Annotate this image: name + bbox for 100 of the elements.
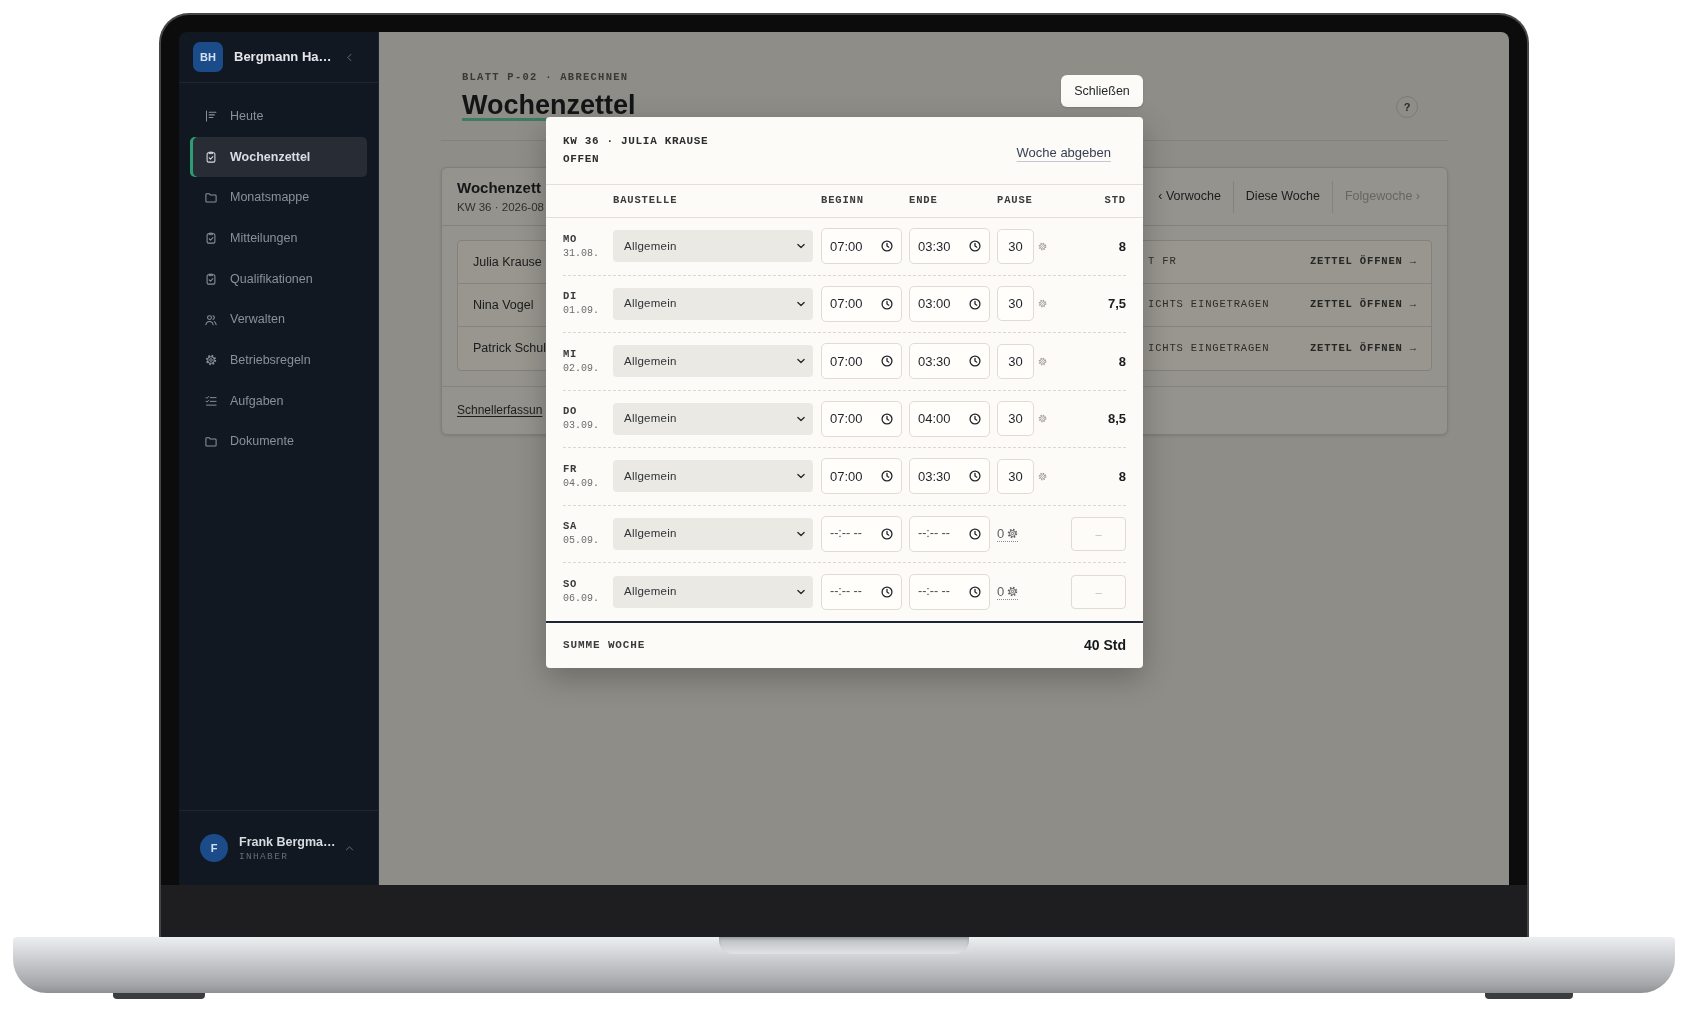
start-time-field[interactable]: --:-- -- [821, 515, 902, 552]
week-nav-button[interactable]: ‹ Vorwoche [1146, 180, 1233, 213]
date-label: 01.09. [563, 304, 599, 318]
column-header: PAUSE [997, 193, 1033, 209]
end-time-field[interactable]: 03:30 [909, 458, 990, 495]
gear-icon [205, 354, 217, 367]
open-sheet-link[interactable]: ZETTEL ÖFFNEN → [1309, 254, 1417, 270]
pause-field[interactable]: 30 [997, 401, 1034, 437]
clock-icon [881, 470, 893, 483]
workspace-avatar: BH [193, 42, 223, 72]
date-label: 31.08. [563, 246, 599, 260]
folder-icon [205, 435, 217, 448]
pause-field[interactable]: 30 [997, 343, 1034, 379]
site-select[interactable]: Allgemein [613, 402, 813, 435]
sidebar-item[interactable]: Wochenzettel [190, 136, 367, 178]
card-subtitle: KW 36 · 2026-08 [457, 199, 544, 215]
sidebar-item[interactable]: Verwalten [190, 299, 367, 341]
clock-icon [881, 585, 893, 598]
date-label: 04.09. [563, 476, 599, 490]
open-sheet-link[interactable]: ZETTEL ÖFFNEN → [1309, 340, 1417, 357]
hours-value: 7,5 [1107, 295, 1126, 313]
pause-button[interactable]: 0 [997, 583, 1019, 600]
weekday-label: SO [563, 578, 577, 592]
sidebar-item[interactable]: Qualifikationen [190, 258, 367, 300]
submit-week-link[interactable]: Woche abgeben [1016, 143, 1111, 163]
quick-entry-link[interactable]: Schnellerfassun [457, 402, 543, 418]
close-button[interactable]: Schließen [1061, 75, 1143, 107]
clipboard-check-icon [205, 232, 217, 245]
date-label: 06.09. [563, 592, 599, 606]
site-select[interactable]: Allgemein [613, 575, 813, 608]
start-time-field[interactable]: 07:00 [821, 285, 902, 322]
date-label: 02.09. [563, 361, 599, 375]
clock-icon [969, 412, 981, 425]
hours-value: 8,5 [1107, 410, 1126, 428]
end-time-field[interactable]: 03:30 [909, 343, 990, 380]
site-select[interactable]: Allgemein [613, 287, 813, 320]
start-time-field[interactable]: 07:00 [821, 228, 902, 265]
total-value: 40 Std [1084, 635, 1126, 655]
clock-icon [969, 297, 981, 310]
sidebar-item[interactable]: Aufgaben [190, 380, 367, 422]
pause-field[interactable]: 30 [997, 286, 1034, 322]
clock-icon [969, 240, 981, 253]
users-icon [205, 313, 217, 326]
sheet-state: OFFEN [563, 153, 600, 166]
site-select[interactable]: Allgemein [613, 345, 813, 378]
clock-icon [969, 470, 981, 483]
end-time-field[interactable]: --:-- -- [909, 573, 990, 610]
employee-name: Nina Vogel [473, 296, 534, 314]
site-select[interactable]: Allgemein [613, 517, 813, 550]
checklist-icon [205, 395, 217, 408]
sidebar-item[interactable]: Mitteilungen [190, 218, 367, 259]
column-header: STD [1104, 193, 1126, 209]
start-time-field[interactable]: 07:00 [821, 400, 902, 437]
gear-icon[interactable] [1007, 585, 1019, 597]
pause-field[interactable]: 30 [997, 228, 1034, 264]
date-label: 03.09. [563, 419, 599, 433]
hours-value: 8 [1118, 237, 1126, 256]
start-time-field[interactable]: --:-- -- [821, 573, 902, 610]
weekday-label: DO [563, 405, 577, 419]
total-label: SUMME WOCHE [563, 637, 646, 653]
column-header: ENDE [909, 193, 938, 209]
end-time-field[interactable]: 04:00 [909, 400, 990, 437]
clock-icon [881, 297, 893, 310]
sheet-status: ICHTS EINGETRAGEN [1148, 340, 1270, 356]
page-title: Wochenzettel [462, 93, 636, 117]
clock-icon [969, 527, 981, 540]
sidebar-item[interactable]: Dokumente [190, 421, 367, 463]
start-time-field[interactable]: 07:00 [821, 458, 902, 495]
end-time-field[interactable]: 03:30 [909, 228, 990, 265]
user-name: Frank Bergma… [239, 833, 336, 850]
end-time-field[interactable]: 03:00 [909, 285, 990, 322]
user-avatar: F [200, 834, 228, 862]
chevron-left-icon[interactable] [345, 52, 354, 62]
gear-icon[interactable] [1007, 527, 1019, 539]
user-role: INHABER [239, 849, 290, 863]
clock-icon [969, 585, 981, 598]
weekday-label: MO [563, 232, 577, 246]
weekday-label: MI [563, 347, 577, 361]
sidebar-item[interactable]: Monatsmappe [190, 177, 367, 219]
week-nav-button[interactable]: Diese Woche [1232, 180, 1332, 213]
weekday-label: DI [563, 290, 577, 304]
start-time-field[interactable]: 07:00 [821, 343, 902, 380]
end-time-field[interactable]: --:-- -- [909, 515, 990, 552]
weekday-label: FR [563, 462, 577, 476]
site-select[interactable]: Allgemein [613, 460, 813, 493]
clock-icon [881, 355, 893, 368]
employee-name: Patrick Schul [473, 340, 546, 358]
dialog-heading: KW 36 · JULIA KRAUSE [563, 135, 709, 148]
folder-icon [205, 191, 217, 204]
workspace-name: Bergmann Ha… [234, 48, 332, 67]
list-icon [205, 110, 217, 123]
sidebar-item[interactable]: Heute [190, 96, 367, 137]
pause-field[interactable]: 30 [997, 458, 1034, 494]
sidebar-item[interactable]: Betriebsregeln [190, 340, 367, 381]
chevron-up-icon[interactable] [345, 843, 354, 853]
pause-button[interactable]: 0 [997, 525, 1019, 542]
open-sheet-link[interactable]: ZETTEL ÖFFNEN → [1309, 297, 1417, 313]
site-select[interactable]: Allgemein [613, 230, 813, 263]
card-title: Wochenzett [457, 178, 541, 197]
date-label: 05.09. [563, 534, 599, 548]
